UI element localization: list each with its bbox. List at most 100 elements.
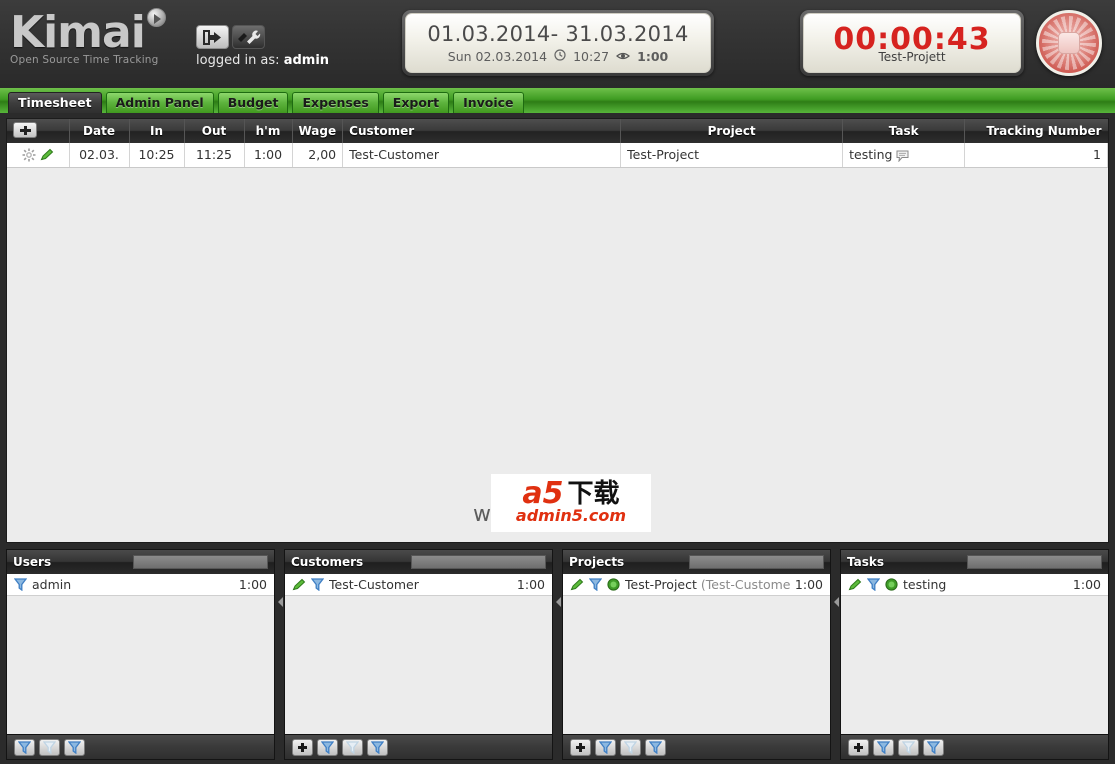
logged-in-username: admin xyxy=(283,53,330,68)
tab-admin-panel[interactable]: Admin Panel xyxy=(105,92,214,113)
filter-button[interactable] xyxy=(595,738,616,756)
add-customer-button[interactable] xyxy=(292,738,313,756)
filter-button[interactable] xyxy=(589,578,602,591)
panel-collapse-handle[interactable] xyxy=(553,549,562,760)
edit-pencil-icon xyxy=(570,578,584,591)
filter-button[interactable] xyxy=(367,738,388,756)
list-item-time: 1:00 xyxy=(794,577,823,592)
tab-invoice[interactable]: Invoice xyxy=(453,92,524,113)
filter-button[interactable] xyxy=(39,738,60,756)
green-ball-button[interactable] xyxy=(607,578,620,591)
tab-budget[interactable]: Budget xyxy=(217,92,289,113)
add-entry-button[interactable] xyxy=(13,121,37,138)
search-input-projects[interactable] xyxy=(689,555,824,569)
logo-orb-icon xyxy=(146,8,166,27)
filter-button[interactable] xyxy=(873,738,894,756)
panel-footer-tasks xyxy=(841,734,1108,759)
filter-button[interactable] xyxy=(311,578,324,591)
running-timer-panel[interactable]: 00:00:43 Test-Projett xyxy=(800,10,1024,76)
green-ball-button[interactable] xyxy=(885,578,898,591)
column-wage[interactable]: Wage xyxy=(292,119,344,143)
edit-pencil-button[interactable] xyxy=(570,578,584,591)
logged-in-text: logged in as: admin xyxy=(196,53,329,68)
filter-icon xyxy=(14,578,27,591)
watermark-logo: a5 下载 admin5.com xyxy=(491,474,651,532)
column-hm[interactable]: h'm xyxy=(244,119,293,143)
filter-button[interactable] xyxy=(317,738,338,756)
filter-button[interactable] xyxy=(898,738,919,756)
add-project-button[interactable] xyxy=(570,738,591,756)
list-item[interactable]: Test-Customer 1:00 xyxy=(285,574,552,596)
edit-pencil-button[interactable] xyxy=(848,578,862,591)
watermark-prefix: ww xyxy=(473,502,508,527)
cell-project: Test-Project xyxy=(620,143,844,168)
search-input-customers[interactable] xyxy=(411,555,546,569)
panel-footer-projects xyxy=(563,734,830,759)
table-row[interactable]: 02.03. 10:25 11:25 1:00 2,00 Test-Customer Tes… xyxy=(7,143,1108,168)
panel-body-tasks: testing 1:00 xyxy=(841,574,1108,734)
task-label: testing xyxy=(849,147,893,163)
filter-blue-icon xyxy=(649,740,662,754)
filter-button[interactable] xyxy=(64,738,85,756)
column-customer[interactable]: Customer xyxy=(342,119,622,143)
panel-customers: Customers Test-Customer 1:00 xyxy=(284,549,553,760)
panel-tasks: Tasks testing 1:00 xyxy=(840,549,1109,760)
panel-header-users: Users xyxy=(7,550,274,574)
list-item-name: admin xyxy=(32,577,72,592)
edit-pencil-button[interactable] xyxy=(40,148,54,161)
task-comment-button[interactable] xyxy=(896,150,909,163)
list-item[interactable]: Test-Project(Test-Customer) 1:00 xyxy=(563,574,830,596)
list-item[interactable]: testing 1:00 xyxy=(841,574,1108,596)
panel-projects: ProjectsTest-Project(Test-Customer) 1:00 xyxy=(562,549,831,760)
logo-tagline: Open Source Time Tracking xyxy=(10,54,159,66)
filter-button[interactable] xyxy=(620,738,641,756)
list-item[interactable]: admin 1:00 xyxy=(7,574,274,596)
current-time-value: 10:27 xyxy=(573,49,610,64)
column-out[interactable]: Out xyxy=(184,119,245,143)
column-task[interactable]: Task xyxy=(842,119,966,143)
search-input-users[interactable] xyxy=(133,555,268,569)
filter-button[interactable] xyxy=(342,738,363,756)
column-tracking-number[interactable]: Tracking Number xyxy=(964,119,1108,143)
filter-button[interactable] xyxy=(923,738,944,756)
cell-wage: 2,00 xyxy=(292,143,344,168)
filter-grey-icon xyxy=(43,740,56,754)
panel-title-tasks: Tasks xyxy=(847,555,885,569)
panel-collapse-handle[interactable] xyxy=(275,549,284,760)
logo-label: Kimai xyxy=(10,7,146,58)
settings-button[interactable] xyxy=(232,25,265,49)
column-in[interactable]: In xyxy=(129,119,185,143)
list-item-label: admin xyxy=(32,577,234,592)
column-add xyxy=(7,119,70,143)
column-project[interactable]: Project xyxy=(620,119,844,143)
logged-in-label: logged in as: xyxy=(196,53,280,68)
sunburst-button[interactable] xyxy=(22,148,36,162)
filter-icon xyxy=(311,578,324,591)
filter-button[interactable] xyxy=(14,578,27,591)
tab-export[interactable]: Export xyxy=(382,92,450,113)
date-range-panel[interactable]: 01.03.2014- 31.03.2014 Sun 02.03.2014 10… xyxy=(402,10,714,76)
cell-date: 02.03. xyxy=(69,143,130,168)
header-button-group xyxy=(196,25,329,49)
list-item-name: Test-Project xyxy=(625,577,697,592)
row-actions-cell xyxy=(7,143,70,168)
filter-button[interactable] xyxy=(867,578,880,591)
filter-button[interactable] xyxy=(14,738,35,756)
clock-icon xyxy=(554,49,566,64)
column-date[interactable]: Date xyxy=(69,119,130,143)
logout-icon xyxy=(203,29,221,45)
panel-title-users: Users xyxy=(13,555,52,569)
edit-pencil-button[interactable] xyxy=(292,578,306,591)
filter-icon xyxy=(867,578,880,591)
panel-collapse-handle[interactable] xyxy=(831,549,840,760)
logout-button[interactable] xyxy=(196,25,229,49)
timesheet-header-row: Date In Out h'm Wage Customer Project Ta… xyxy=(7,119,1108,143)
search-input-tasks[interactable] xyxy=(967,555,1102,569)
stop-recording-button[interactable] xyxy=(1036,10,1102,76)
filter-icon xyxy=(589,578,602,591)
list-item-time: 1:00 xyxy=(516,577,545,592)
tab-expenses[interactable]: Expenses xyxy=(292,92,379,113)
tab-timesheet[interactable]: Timesheet xyxy=(8,92,102,113)
filter-button[interactable] xyxy=(645,738,666,756)
add-task-button[interactable] xyxy=(848,738,869,756)
